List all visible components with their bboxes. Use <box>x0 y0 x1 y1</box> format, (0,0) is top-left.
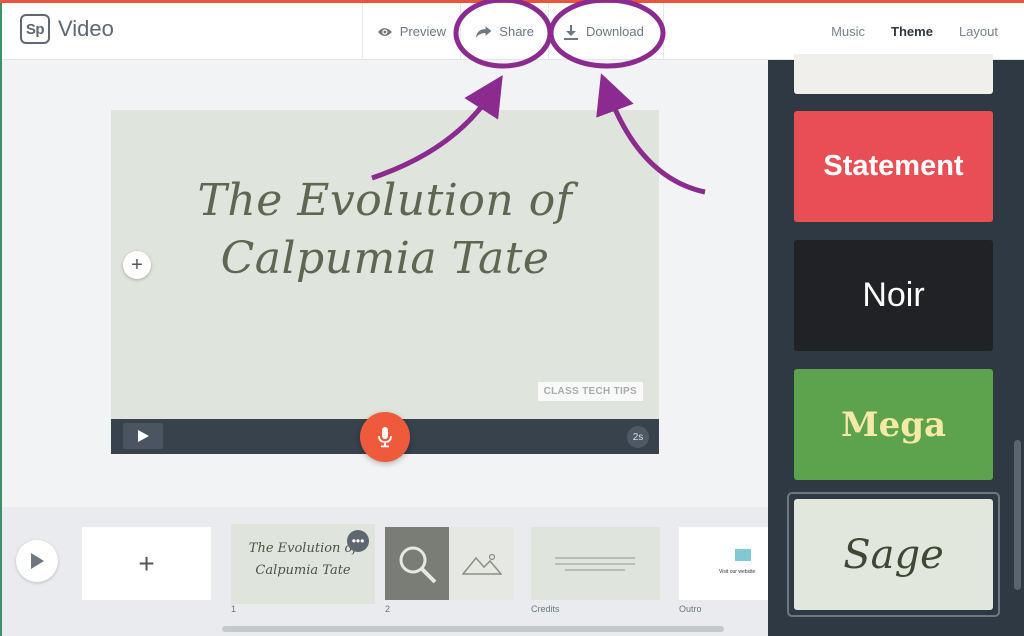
theme-panel-scrollbar[interactable] <box>1014 440 1021 590</box>
microphone-icon <box>378 427 392 448</box>
theme-card-partial[interactable] <box>794 54 993 94</box>
preview-label: Preview <box>399 24 446 39</box>
preview-button[interactable]: Preview <box>362 3 460 60</box>
filmstrip-scrollbar[interactable] <box>222 626 724 632</box>
thumb-label-1: 1 <box>231 604 237 614</box>
slide-thumb-1[interactable]: The Evolution of Calpumia Tate ••• <box>231 524 375 604</box>
theme-card-statement[interactable]: Statement <box>794 111 993 222</box>
eye-icon <box>377 27 392 36</box>
theme-card-sage-selected[interactable]: Sage <box>787 492 1000 617</box>
slide-title-line-1: The Evolution of <box>197 175 573 226</box>
slide-thumb-credits[interactable] <box>531 527 660 600</box>
app-title: Video <box>58 16 114 41</box>
theme-card-mega[interactable]: Mega <box>794 369 993 480</box>
app-header: Sp Video Preview Share Download Music Th… <box>2 3 1024 60</box>
play-all-button[interactable] <box>16 540 58 582</box>
ellipsis-icon: ••• <box>351 534 365 548</box>
slide-thumb-outro[interactable]: Visit our website <box>679 527 768 600</box>
more-options-button[interactable]: ••• <box>347 530 369 552</box>
app-logo[interactable]: Sp Video <box>20 14 114 44</box>
outro-logo-icon <box>735 549 751 561</box>
logo-mark: Sp <box>20 14 50 44</box>
thumb-image-left <box>385 527 449 600</box>
slide-title-line-2: Calpumia Tate <box>220 233 550 284</box>
thumb-image-right <box>449 527 514 600</box>
share-arrow-icon <box>475 25 492 38</box>
outro-text: Visit our website <box>719 569 756 575</box>
record-voice-button[interactable] <box>360 412 410 462</box>
slide-canvas[interactable]: The Evolution of Calpumia Tate CLASS TEC… <box>111 110 659 419</box>
download-icon <box>564 24 578 40</box>
duration-badge[interactable]: 2s <box>627 426 649 448</box>
theme-panel: Statement Noir Mega Sage <box>768 54 1024 636</box>
play-icon <box>31 553 44 569</box>
watermark: CLASS TECH TIPS <box>537 382 643 401</box>
mountain-icon <box>461 553 502 575</box>
share-button[interactable]: Share <box>460 3 548 60</box>
tab-music[interactable]: Music <box>831 24 865 39</box>
slide-thumb-2[interactable] <box>385 527 514 600</box>
header-tabs: Music Theme Layout <box>831 3 998 60</box>
header-actions: Preview Share Download <box>362 3 664 60</box>
magnifier-icon <box>399 546 437 583</box>
add-slide-button[interactable]: + <box>82 527 211 600</box>
thumb-label-credits: Credits <box>531 604 560 614</box>
theme-card-sage: Sage <box>794 499 993 610</box>
thumb-label-outro: Outro <box>679 604 702 614</box>
slide-title[interactable]: The Evolution of Calpumia Tate <box>111 172 659 288</box>
filmstrip: + The Evolution of Calpumia Tate ••• Vis… <box>2 507 768 636</box>
add-slide-before-button[interactable]: + <box>123 251 151 279</box>
tab-theme[interactable]: Theme <box>891 24 933 39</box>
theme-card-noir[interactable]: Noir <box>794 240 993 351</box>
thumb-label-2: 2 <box>385 604 391 614</box>
share-label: Share <box>499 24 534 39</box>
plus-icon: + <box>138 547 155 579</box>
credits-text-lines <box>555 557 635 575</box>
download-label: Download <box>586 24 644 39</box>
play-icon <box>138 430 149 442</box>
tab-layout[interactable]: Layout <box>959 24 998 39</box>
download-button[interactable]: Download <box>548 3 664 60</box>
play-button[interactable] <box>123 423 163 449</box>
plus-icon: + <box>131 253 143 276</box>
thumb-title-line-2: Calpumia Tate <box>255 563 351 578</box>
